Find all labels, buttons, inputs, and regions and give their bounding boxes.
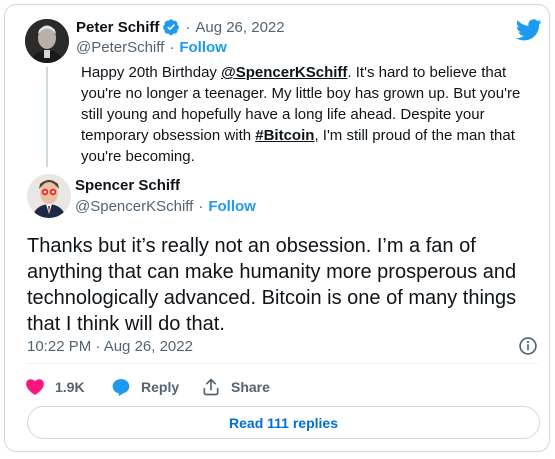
hashtag-link[interactable]: #Bitcoin	[255, 127, 314, 144]
avatar-portrait	[27, 174, 71, 218]
thread-connector-line	[46, 67, 48, 167]
like-button[interactable]: 1.9K	[25, 377, 85, 397]
mention-link[interactable]: @SpencerKSchiff	[221, 64, 347, 81]
reply-bubble-icon	[112, 379, 130, 397]
follow-button[interactable]: Follow	[179, 39, 227, 56]
tweet-timestamp-link[interactable]: 10:22 PM · Aug 26, 2022	[27, 338, 193, 355]
share-button[interactable]: Share	[201, 377, 270, 397]
info-icon[interactable]	[518, 336, 538, 356]
heart-icon	[26, 379, 44, 395]
separator-dot: ·	[169, 39, 175, 56]
verified-badge-icon	[163, 19, 180, 36]
share-label: Share	[231, 379, 270, 395]
share-icon	[203, 378, 219, 396]
embedded-tweet-card: Peter Schiff · Aug 26, 2022 @PeterSchiff…	[4, 4, 550, 452]
avatar-spencer-schiff[interactable]	[27, 174, 71, 218]
parent-author-name[interactable]: Peter Schiff	[76, 19, 159, 36]
read-replies-button[interactable]: Read 111 replies	[27, 406, 540, 439]
parent-author-row: Peter Schiff · Aug 26, 2022	[76, 18, 285, 36]
parent-handle-row: @PeterSchiff · Follow	[76, 39, 227, 56]
separator-dot: ·	[198, 198, 204, 215]
reply-author-name[interactable]: Spencer Schiff	[75, 177, 180, 194]
divider	[27, 363, 538, 364]
reply-label: Reply	[141, 379, 180, 395]
tweet-text-segment: Happy 20th Birthday	[81, 64, 222, 81]
like-count: 1.9K	[55, 379, 85, 395]
follow-button[interactable]: Follow	[208, 198, 256, 215]
parent-handle[interactable]: @PeterSchiff	[76, 39, 164, 56]
parent-tweet-text: Happy 20th Birthday @SpencerKSchiff. It'…	[81, 62, 531, 167]
parent-date-link[interactable]: Aug 26, 2022	[195, 19, 284, 36]
reply-author-row: Spencer Schiff	[75, 177, 180, 194]
twitter-bird-icon[interactable]	[516, 19, 542, 41]
reply-handle-row: @SpencerKSchiff · Follow	[75, 198, 256, 215]
reply-tweet-text: Thanks but it’s really not an obsession.…	[27, 235, 517, 335]
avatar-peter-schiff[interactable]	[25, 19, 69, 63]
reply-button[interactable]: Reply	[111, 377, 179, 397]
separator-dot: ·	[185, 18, 191, 36]
avatar-portrait	[25, 19, 69, 63]
reply-handle[interactable]: @SpencerKSchiff	[75, 198, 193, 215]
